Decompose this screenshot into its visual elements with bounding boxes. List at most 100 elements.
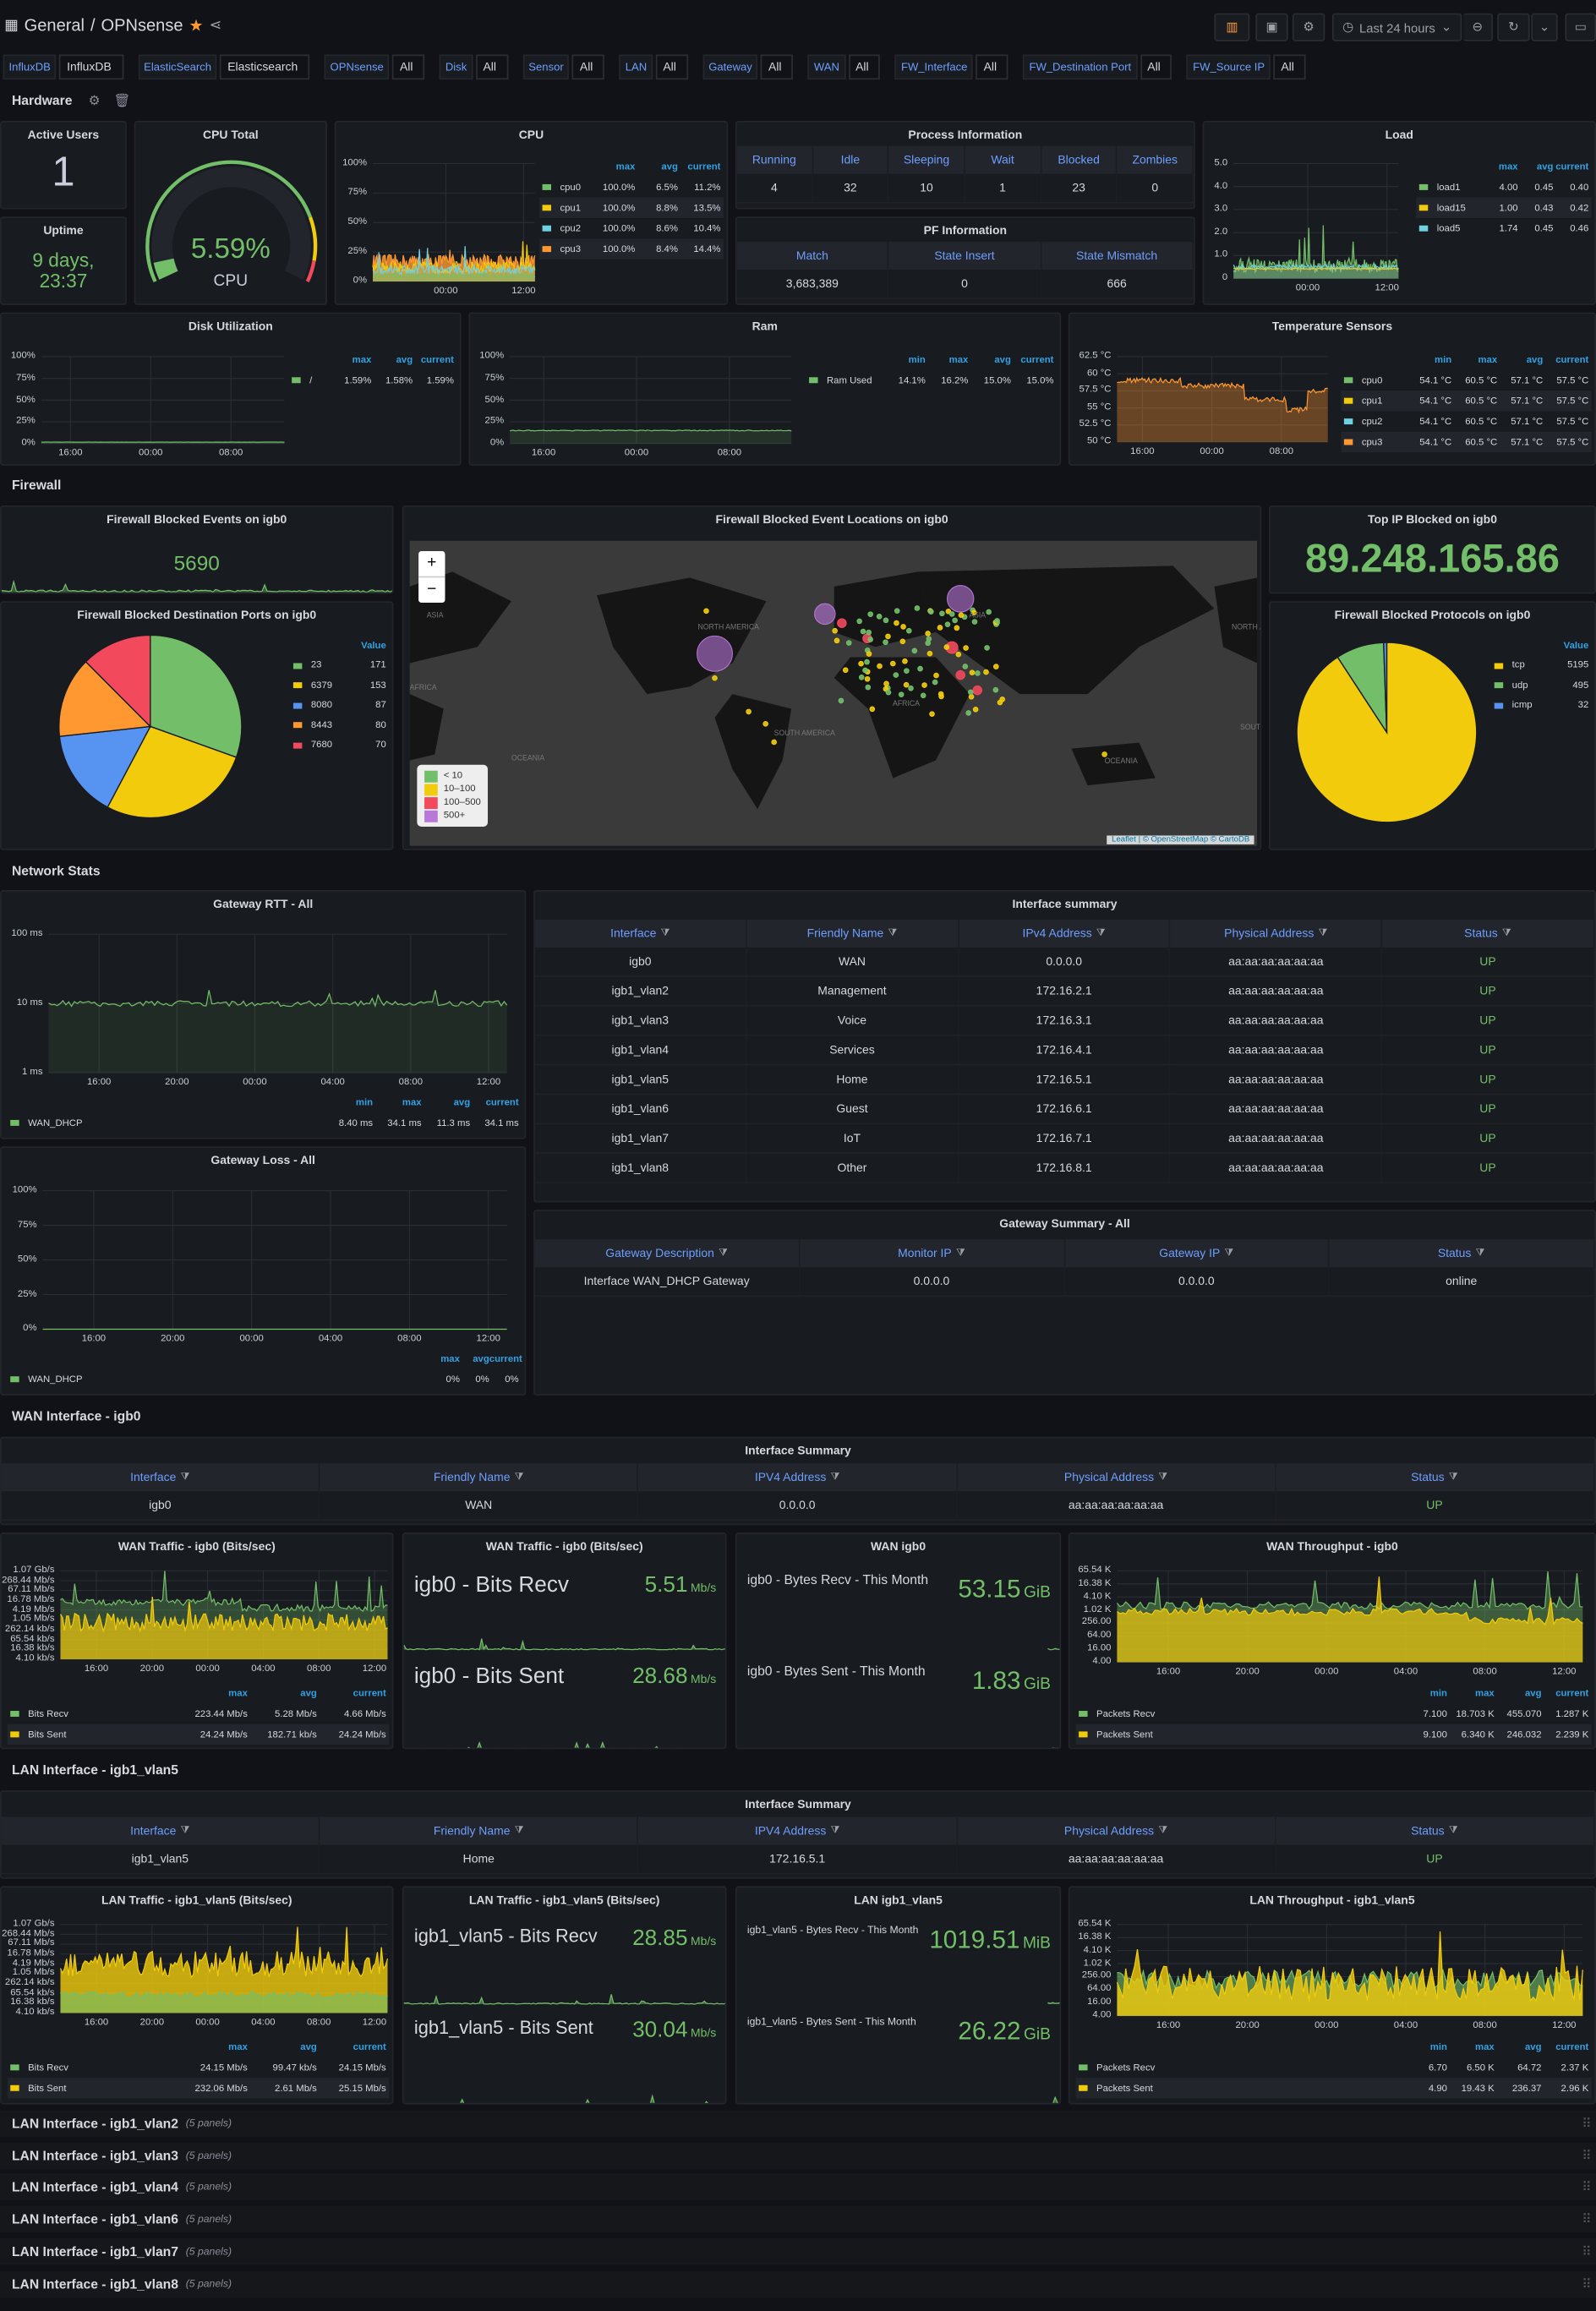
row-collapsed[interactable]: LAN Interface - igb1_vlan4 (5 panels) ⠿ [0,2173,1596,2200]
table-header-running[interactable]: Running [737,145,813,174]
legend-item[interactable]: 7680 70 [290,735,389,756]
legend-column-avg[interactable]: avg [968,354,1011,364]
table-header-physical-address[interactable]: Physical Address ⧩ [957,1817,1276,1845]
filter-icon[interactable]: ⧩ [1225,1248,1234,1259]
table-header-idle[interactable]: Idle [813,145,889,174]
variable-select[interactable]: All [848,54,881,80]
legend-item[interactable]: tcp 5195 [1491,656,1592,676]
table-header-blocked[interactable]: Blocked [1041,145,1118,174]
filter-icon[interactable]: ⧩ [515,1472,524,1483]
legend-item[interactable]: Packets Recv 6.70 6.50 K 64.72 2.37 K [1076,2057,1592,2078]
legend-column-max[interactable]: max [593,161,636,172]
filter-icon[interactable]: ⧩ [831,1825,840,1837]
table-header-ipv4-address[interactable]: IPv4 Address ⧩ [959,919,1171,948]
filter-icon[interactable]: ⧩ [888,927,897,939]
legend-item[interactable]: udp 495 [1491,675,1592,696]
map-attribution[interactable]: Leaflet | © OpenStreetMap © CartoDB [1107,835,1254,844]
drag-handle-icon[interactable]: ⠿ [1582,2243,1591,2259]
trash-icon[interactable]: 🗑 [113,92,130,108]
legend-item[interactable]: load15 1.00 0.43 0.42 [1416,197,1592,219]
legend-column-current[interactable]: current [1011,354,1053,364]
legend-item[interactable]: load1 4.00 0.45 0.40 [1416,177,1591,197]
zoom-out-button[interactable]: − [418,577,445,603]
table-header-match[interactable]: Match [737,241,889,270]
table-header-physical-address[interactable]: Physical Address ⧩ [957,1463,1276,1492]
legend-item[interactable]: Bits Recv 223.44 Mb/s 5.28 Mb/s 4.66 Mb/s [8,1703,390,1724]
table-header-physical-address[interactable]: Physical Address ⧩ [1171,919,1383,948]
row-settings-icon[interactable]: ⚙ [89,92,101,108]
table-header-gateway-ip[interactable]: Gateway IP ⧩ [1065,1239,1330,1268]
filter-icon[interactable]: ⧩ [1096,927,1106,939]
breadcrumb-folder[interactable]: General [25,17,85,35]
table-header-status[interactable]: Status ⧩ [1276,1463,1595,1492]
filter-icon[interactable]: ⧩ [1319,927,1328,939]
legend-column-max[interactable]: max [926,354,969,364]
table-header-zombies[interactable]: Zombies [1118,145,1194,174]
filter-icon[interactable]: ⧩ [515,1825,524,1837]
table-header-ipv4-address[interactable]: IPV4 Address ⧩ [639,1817,958,1845]
legend-column-max[interactable]: max [178,2041,248,2051]
table-header-state-insert[interactable]: State Insert [889,241,1041,270]
legend-column-avg[interactable]: avg [1495,2041,1542,2051]
table-header-gateway-description[interactable]: Gateway Description ⧩ [535,1239,801,1268]
legend-column-current[interactable]: current [470,1097,519,1107]
legend-column-avg[interactable]: avg [422,1097,471,1107]
table-header-friendly-name[interactable]: Friendly Name ⧩ [320,1463,639,1492]
legend-column-current[interactable]: current [317,2041,386,2051]
row-firewall[interactable]: Firewall [0,473,1596,497]
legend-item[interactable]: WAN_DHCP 8.40 ms 34.1 ms 11.3 ms 34.1 ms [8,1112,522,1133]
legend-column-min[interactable]: min [1400,2041,1447,2051]
legend-column-current[interactable]: current [413,354,454,364]
panel-title[interactable]: Uptime [2,224,125,238]
legend-column-avg[interactable]: avg [1518,161,1554,172]
legend-item[interactable]: cpu3 100.0% 8.4% 14.4% [539,238,724,260]
table-header-ipv4-address[interactable]: IPV4 Address ⧩ [639,1463,958,1492]
legend-column-min[interactable]: min [883,354,926,364]
row-network-stats[interactable]: Network Stats [0,859,1596,882]
legend-item[interactable]: Packets Sent 4.90 19.43 K 236.37 2.96 K [1075,2078,1592,2099]
tv-mode-button[interactable]: ▭ [1565,13,1596,41]
legend-item[interactable]: Bits Recv 24.15 Mb/s 99.47 kb/s 24.15 Mb/s [8,2057,390,2078]
row-collapsed[interactable]: LAN Interface - igb1_vlan7 (5 panels) ⠿ [0,2238,1596,2265]
table-header-interface[interactable]: Interface ⧩ [535,919,747,948]
panel-title[interactable]: PF Information [737,224,1194,238]
variable-select[interactable]: All [475,54,508,80]
panel-title[interactable]: Interface Summary [2,1798,1595,1811]
drag-handle-icon[interactable]: ⠿ [1582,2178,1591,2194]
legend-column-current[interactable]: current [489,1353,522,1363]
legend-column-avg[interactable]: avg [1497,354,1544,364]
table-header-status[interactable]: Status ⧩ [1330,1239,1595,1268]
filter-icon[interactable]: ⧩ [719,1248,728,1259]
panel-title[interactable]: Top IP Blocked on igb0 [1271,513,1595,527]
refresh-button[interactable]: ↻ [1497,13,1530,41]
table-header-monitor-ip[interactable]: Monitor IP ⧩ [800,1239,1065,1268]
legend-column-max[interactable]: max [1451,354,1498,364]
zoom-out-button[interactable]: ⊖ [1463,13,1493,41]
variable-select[interactable]: InfluxDB [59,54,123,80]
filter-icon[interactable]: ⧩ [661,927,670,939]
row-collapsed[interactable]: LAN Interface - igb1_vlan2 (5 panels) ⠿ [0,2110,1596,2137]
legend-column-avg[interactable]: avg [635,161,678,172]
filter-icon[interactable]: ⧩ [181,1825,190,1837]
legend-item[interactable]: cpu0 100.0% 6.5% 11.2% [539,177,724,197]
filter-icon[interactable]: ⧩ [956,1248,965,1259]
panel-title[interactable]: Interface Summary [2,1444,1595,1457]
legend-item[interactable]: Packets Recv 7.100 18.703 K 455.070 1.287 K [1076,1703,1592,1724]
table-header-interface[interactable]: Interface ⧩ [2,1463,320,1492]
table-header-state-mismatch[interactable]: State Mismatch [1041,241,1194,270]
row-lan-interface[interactable]: LAN Interface - igb1_vlan5 [0,1758,1596,1782]
time-picker-button[interactable]: ◷ Last 24 hours ⌄ [1331,13,1462,41]
legend-column-max[interactable]: max [1447,2041,1495,2051]
legend-item[interactable]: Bits Sent 24.24 Mb/s 182.71 kb/s 24.24 Mb/s [7,1724,390,1746]
table-header-wait[interactable]: Wait [965,145,1041,174]
legend-item[interactable]: WAN_DHCP 0% 0% 0% [8,1369,522,1390]
row-collapsed[interactable]: LAN Interface - igb1_vlan8 (5 panels) ⠿ [0,2270,1596,2297]
legend-column-current[interactable]: current [317,1688,386,1698]
legend-item[interactable]: 23 171 [290,656,389,676]
legend-column-max[interactable]: max [430,1353,460,1363]
row-hardware[interactable]: Hardware ⚙ 🗑 [0,89,1596,112]
row-collapsed[interactable]: LAN Interface - igb1_vlan3 (5 panels) ⠿ [0,2142,1596,2170]
legend-item[interactable]: cpu0 54.1 °C 60.5 °C 57.1 °C 57.5 °C [1341,370,1591,391]
table-header-status[interactable]: Status ⧩ [1383,919,1595,948]
table-header-friendly-name[interactable]: Friendly Name ⧩ [320,1817,639,1845]
